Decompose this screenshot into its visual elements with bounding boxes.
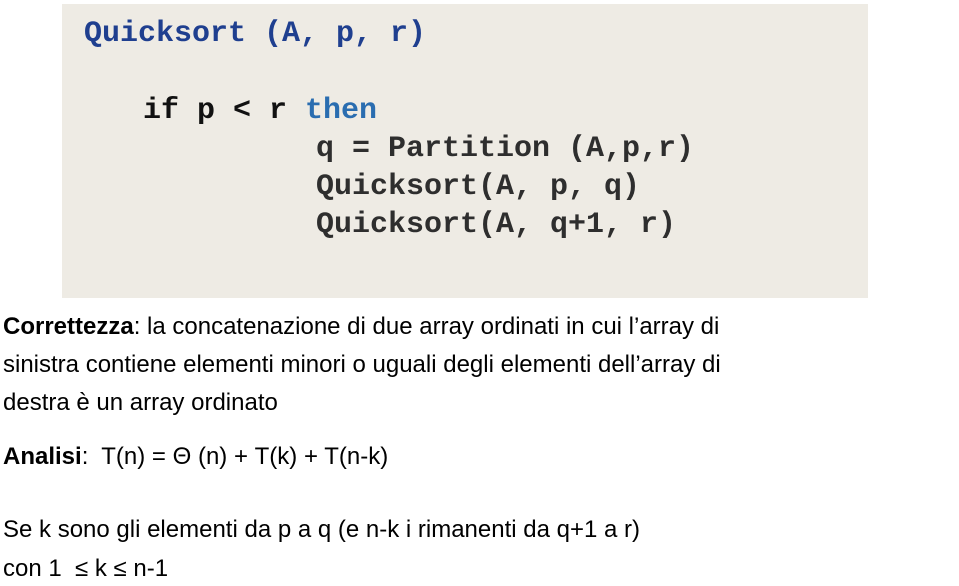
note-line-1: Se k sono gli elementi da p a q (e n-k i… <box>3 516 641 543</box>
correctness-label: Correttezza <box>3 313 134 340</box>
code-recursive-call-2: Quicksort(A, q+1, r) <box>316 208 677 242</box>
correctness-line-3: destra è un array ordinato <box>3 389 278 416</box>
then-keyword: then <box>305 94 378 128</box>
code-if-line: if p < r then <box>143 94 377 128</box>
code-partition-line: q = Partition (A,p,r) <box>316 132 695 166</box>
analysis-label: Analisi <box>3 443 82 470</box>
correctness-line-2: sinistra contiene elementi minori o ugua… <box>3 351 721 378</box>
code-title: Quicksort (A, p, r) <box>84 17 427 51</box>
if-condition: if p < r <box>143 94 306 128</box>
analysis-formula: : T(n) = Θ (n) + T(k) + T(n-k) <box>81 443 389 470</box>
code-recursive-call-1: Quicksort(A, p, q) <box>316 170 641 204</box>
correctness-text: : la concatenazione di due array ordinat… <box>133 313 720 340</box>
correctness-line-1: Correttezza: la concatenazione di due ar… <box>3 313 719 341</box>
analysis-line: Analisi: T(n) = Θ (n) + T(k) + T(n-k) <box>3 443 388 471</box>
note-line-2: con 1 ≤ k ≤ n-1 <box>3 555 169 582</box>
